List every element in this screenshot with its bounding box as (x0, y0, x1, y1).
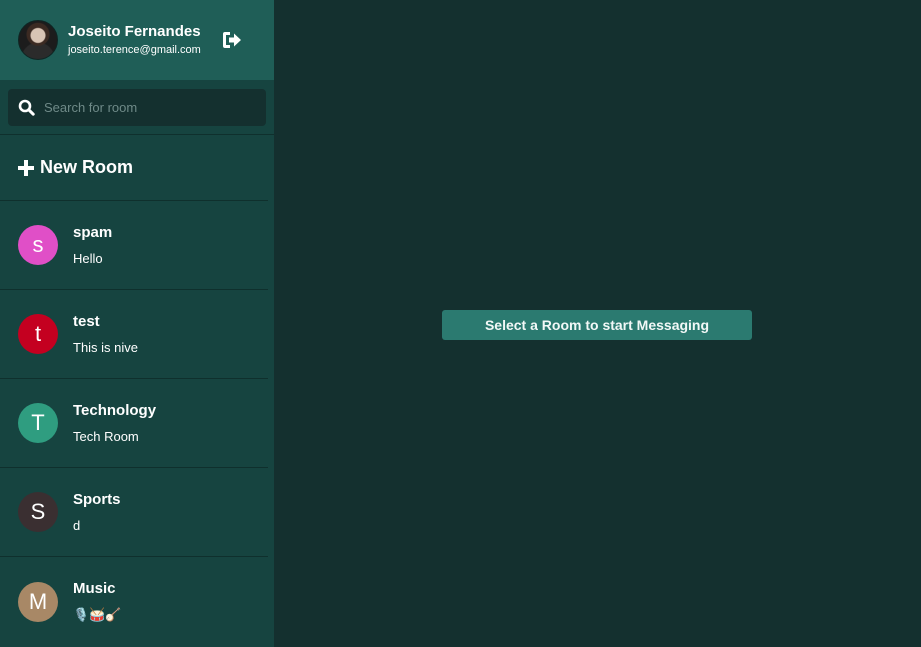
plus-icon (17, 159, 35, 177)
select-room-message: Select a Room to start Messaging (442, 310, 752, 340)
room-info: Music 🎙️🥁🪕 (73, 580, 122, 623)
search-container (0, 80, 274, 135)
room-last-message: This is nive (73, 339, 139, 355)
room-name: spam (73, 223, 113, 241)
room-last-message: 🎙️🥁🪕 (73, 607, 122, 622)
user-avatar[interactable] (18, 20, 58, 60)
room-name: test (73, 312, 100, 330)
room-item-test[interactable]: t test This is nive (0, 290, 268, 379)
room-avatar: S (18, 492, 58, 532)
new-room-button[interactable]: New Room (0, 135, 268, 201)
room-item-music[interactable]: M Music 🎙️🥁🪕 (0, 557, 268, 646)
room-info: Technology Tech Room (73, 402, 156, 445)
room-item-spam[interactable]: s spam Hello (0, 201, 268, 290)
user-email: joseito.terence@gmail.com (68, 43, 201, 56)
sign-out-icon[interactable] (221, 30, 243, 50)
room-avatar: s (18, 225, 58, 265)
room-info: test This is nive (73, 313, 138, 356)
room-item-sports[interactable]: S Sports d (0, 468, 268, 557)
room-name: Sports (73, 490, 121, 508)
room-list: s spam Hello t test This is nive T Techn… (0, 201, 274, 647)
new-room-label: New Room (40, 157, 134, 177)
room-avatar: M (18, 581, 58, 622)
search-icon (18, 99, 35, 116)
room-info: spam Hello (73, 224, 112, 267)
room-last-message: d (73, 517, 81, 533)
chat-app: Joseito Fernandes joseito.terence@gmail.… (0, 0, 921, 647)
room-name: Technology (73, 401, 157, 419)
search-box[interactable] (8, 89, 266, 126)
room-item-technology[interactable]: T Technology Tech Room (0, 379, 268, 468)
chat-area: Select a Room to start Messaging (274, 0, 921, 647)
room-last-message: Hello (73, 250, 103, 266)
room-name: Music (73, 580, 116, 597)
search-input[interactable] (44, 100, 244, 115)
room-last-message: Tech Room (73, 428, 139, 444)
profile-info: Joseito Fernandes joseito.terence@gmail.… (68, 23, 201, 58)
profile-header: Joseito Fernandes joseito.terence@gmail.… (0, 0, 274, 80)
sidebar: Joseito Fernandes joseito.terence@gmail.… (0, 0, 274, 647)
room-avatar: T (18, 403, 58, 443)
room-avatar: t (18, 314, 58, 354)
user-name: Joseito Fernandes (68, 22, 201, 40)
room-info: Sports d (73, 491, 121, 534)
